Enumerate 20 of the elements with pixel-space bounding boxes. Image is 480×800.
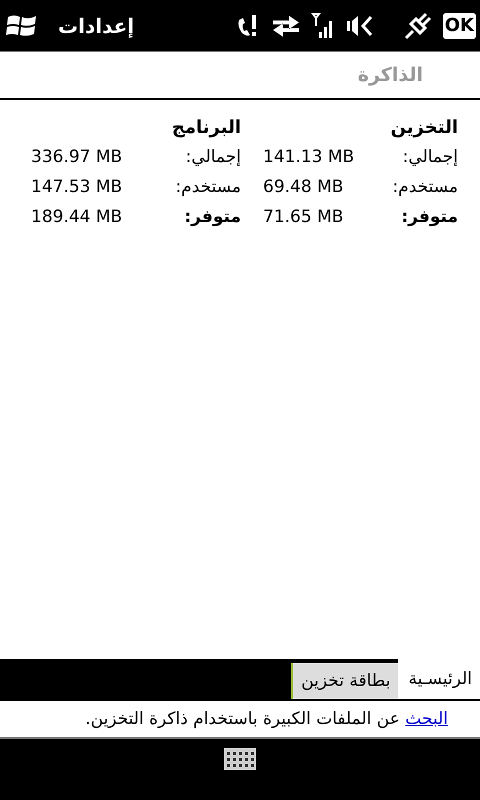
tab[interactable]: بطاقة تخزين — [291, 663, 398, 699]
page-title: الذاكرة — [358, 64, 423, 86]
memory-label: إجمالي: — [184, 147, 241, 167]
memory-value: 147.53 MB — [31, 177, 124, 197]
memory-label: مستخدم: — [174, 177, 241, 197]
memory-value: 189.44 MB — [31, 207, 124, 227]
memory-label: متوفر: — [183, 207, 241, 227]
window-title: إعدادات — [58, 14, 134, 38]
memory-value: 336.97 MB — [31, 147, 124, 167]
memory-label: إجمالي: — [402, 147, 458, 167]
memory-value: 141.13 MB — [263, 147, 356, 167]
memory-value: 71.65 MB — [263, 207, 344, 227]
ok-button[interactable]: OK — [442, 12, 476, 38]
section-heading: التخزين — [390, 116, 458, 138]
memory-value: 69.48 MB — [263, 177, 344, 197]
section-heading: البرنامج — [170, 116, 241, 138]
tab[interactable]: الرئيسـية — [398, 659, 480, 699]
memory-label: متوفر: — [400, 207, 458, 227]
memory-label: مستخدم: — [391, 177, 458, 197]
search-link[interactable]: البحث — [405, 709, 448, 729]
